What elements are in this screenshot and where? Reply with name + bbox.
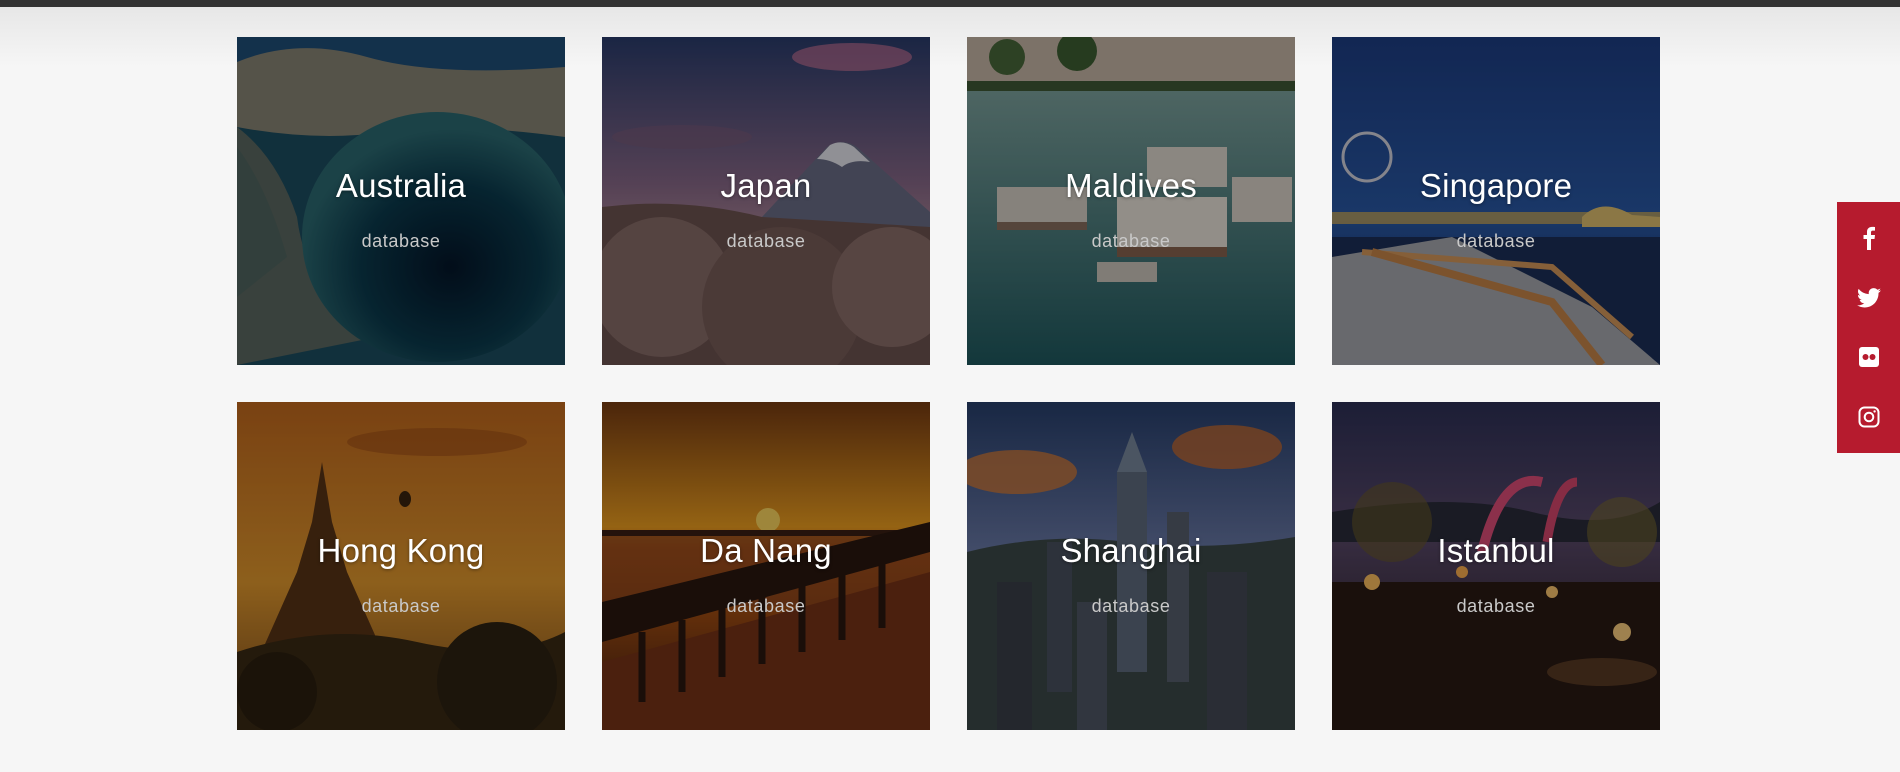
- card-subtitle: database: [1456, 596, 1536, 616]
- card-subtitle: database: [726, 596, 806, 616]
- twitter-icon: [1856, 287, 1881, 308]
- card-title: Japan: [720, 167, 812, 204]
- top-nav-bar: [0, 0, 1900, 7]
- card-title: Istanbul: [1437, 532, 1555, 569]
- flickr-icon: [1858, 347, 1879, 368]
- facebook-link[interactable]: [1837, 210, 1900, 266]
- destination-grid: Australia database Japan database Maldiv…: [237, 37, 1660, 730]
- card-title: Shanghai: [1060, 532, 1202, 569]
- card-subtitle: database: [361, 596, 441, 616]
- instagram-icon: [1858, 406, 1879, 428]
- destination-card-hong-kong[interactable]: Hong Kong database: [237, 402, 565, 730]
- card-subtitle: database: [726, 231, 806, 251]
- card-title: Da Nang: [700, 532, 832, 569]
- twitter-link[interactable]: [1837, 270, 1900, 326]
- card-subtitle: database: [1091, 596, 1171, 616]
- destination-card-maldives[interactable]: Maldives database: [967, 37, 1295, 365]
- destination-card-istanbul[interactable]: Istanbul database: [1332, 402, 1660, 730]
- card-title: Singapore: [1419, 167, 1573, 204]
- card-title: Maldives: [1065, 167, 1197, 204]
- destination-card-singapore[interactable]: Singapore database: [1332, 37, 1660, 365]
- card-title: Australia: [335, 167, 467, 204]
- flickr-link[interactable]: [1837, 329, 1900, 385]
- destination-card-australia[interactable]: Australia database: [237, 37, 565, 365]
- instagram-link[interactable]: [1837, 389, 1900, 445]
- card-subtitle: database: [1456, 231, 1536, 251]
- card-title: Hong Kong: [317, 532, 485, 569]
- destination-card-shanghai[interactable]: Shanghai database: [967, 402, 1295, 730]
- destination-card-da-nang[interactable]: Da Nang database: [602, 402, 930, 730]
- social-share-bar: [1837, 202, 1900, 453]
- card-subtitle: database: [1091, 231, 1171, 251]
- facebook-icon: [1863, 226, 1875, 250]
- card-subtitle: database: [361, 231, 441, 251]
- destination-card-japan[interactable]: Japan database: [602, 37, 930, 365]
